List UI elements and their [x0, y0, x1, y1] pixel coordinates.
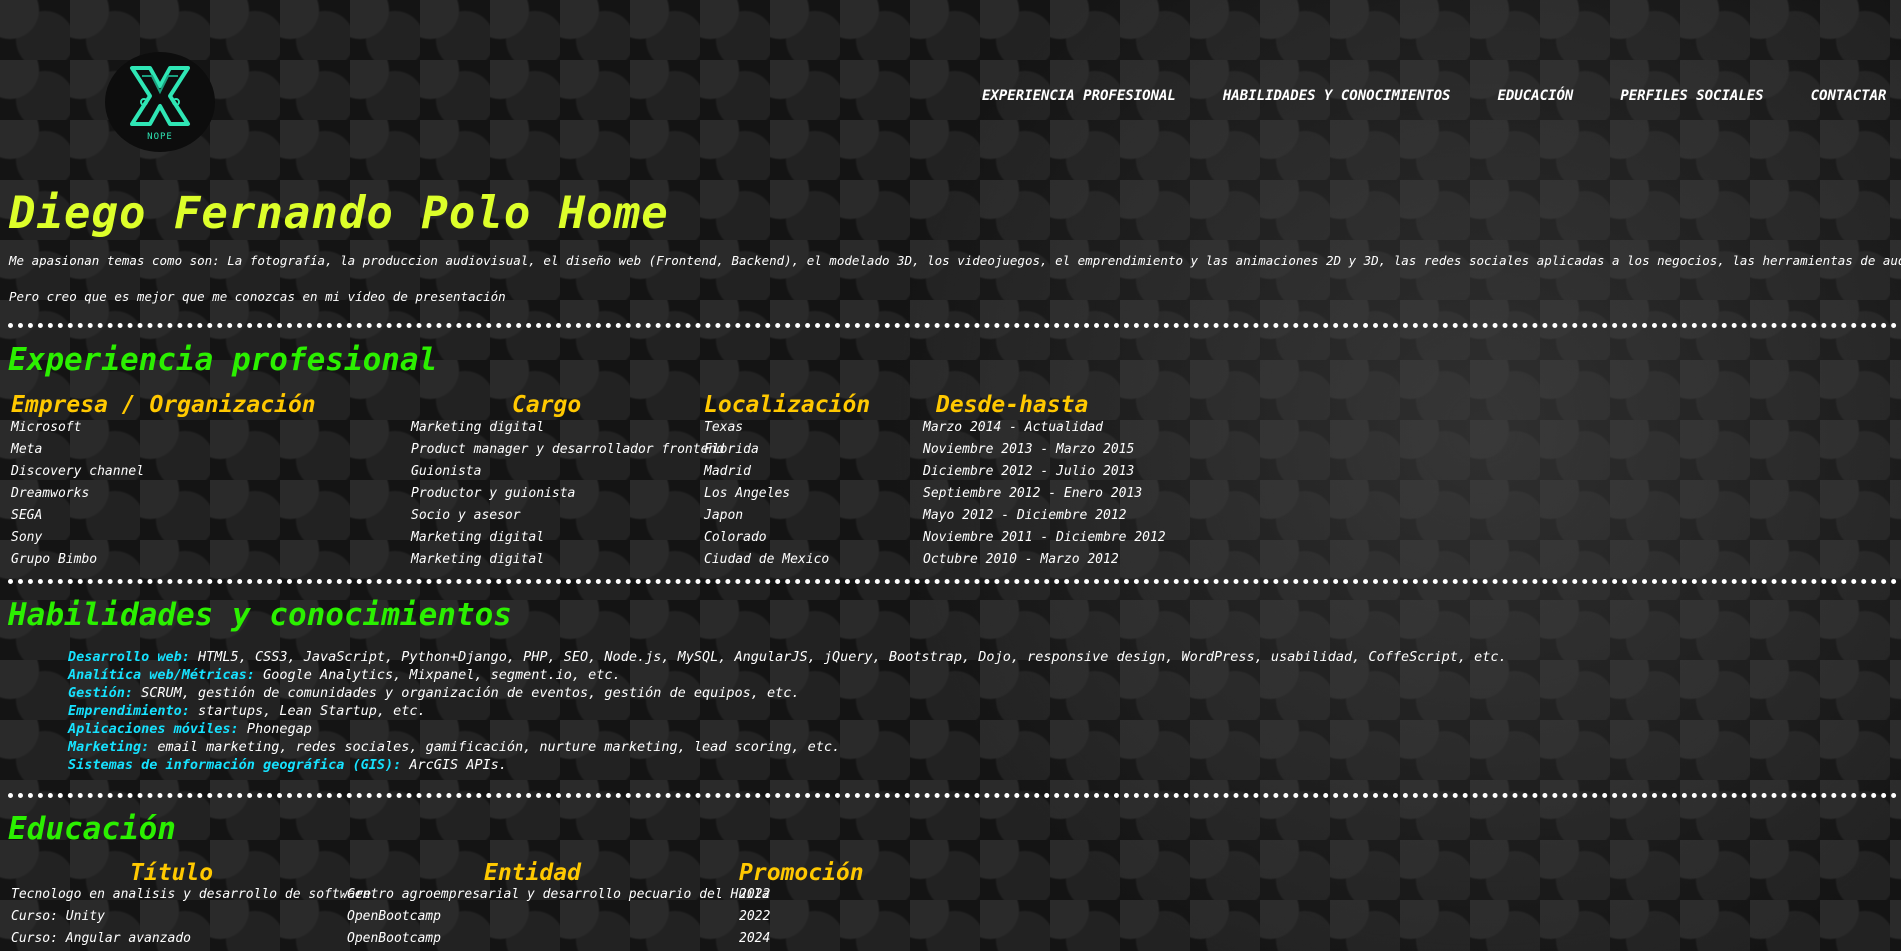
edu-entidad: OpenBootcamp	[347, 931, 441, 946]
skill-key: Emprendimiento:	[68, 703, 190, 719]
logo[interactable]: NOPE	[105, 52, 215, 152]
exp-localizacion: Los Angeles	[704, 486, 791, 501]
exp-empresa: SEGA	[11, 508, 43, 523]
skill-item: Analítica web/Métricas: Google Analytics…	[68, 667, 621, 683]
exp-fechas: Septiembre 2012 - Enero 2013	[923, 486, 1143, 501]
exp-empresa: Discovery channel	[11, 464, 145, 479]
divider	[8, 579, 1898, 584]
exp-empresa: Grupo Bimbo	[11, 552, 98, 567]
exp-cargo: Socio y asesor	[411, 508, 521, 523]
exp-empresa: Microsoft	[11, 420, 82, 435]
col-titulo: Título	[130, 860, 214, 886]
skill-key: Gestión:	[68, 685, 134, 701]
skill-value: HTML5, CSS3, JavaScript, Python+Django, …	[189, 649, 1507, 665]
nav-perfiles[interactable]: PERFILES SOCIALES	[1620, 88, 1763, 104]
exp-cargo: Guionista	[411, 464, 482, 479]
divider	[8, 793, 1898, 798]
nav-educacion[interactable]: EDUCACIÓN	[1497, 88, 1573, 104]
nav-habilidades[interactable]: HABILIDADES Y CONOCIMIENTOS	[1223, 88, 1451, 104]
col-cargo: Cargo	[512, 392, 582, 418]
exp-localizacion: Colorado	[704, 530, 767, 545]
skill-value: Google Analytics, Mixpanel, segment.io, …	[254, 667, 621, 683]
skill-item: Aplicaciones móviles: Phonegap	[68, 721, 312, 737]
education-heading: Educación	[8, 811, 176, 847]
edu-titulo: Curso: Angular avanzado	[11, 931, 192, 946]
skill-value: ArcGIS APIs.	[401, 757, 507, 773]
skill-item: Marketing: email marketing, redes social…	[68, 739, 840, 755]
edu-promocion: 2022	[739, 887, 771, 902]
exp-localizacion: Texas	[704, 420, 744, 435]
col-entidad: Entidad	[484, 860, 581, 886]
edu-promocion: 2024	[739, 931, 771, 946]
exp-empresa: Meta	[11, 442, 43, 457]
nav-contactar[interactable]: CONTACTAR	[1811, 88, 1887, 104]
skill-item: Sistemas de información geográfica (GIS)…	[68, 757, 507, 773]
exp-localizacion: Ciudad de Mexico	[704, 552, 830, 567]
exp-fechas: Diciembre 2012 - Julio 2013	[923, 464, 1135, 479]
exp-fechas: Marzo 2014 - Actualidad	[923, 420, 1104, 435]
exp-cargo: Marketing digital	[411, 530, 545, 545]
nav-experiencia[interactable]: EXPERIENCIA PROFESIONAL	[982, 88, 1176, 104]
exp-cargo: Productor y guionista	[411, 486, 576, 501]
video-text: Pero creo que es mejor que me conozcas e…	[9, 289, 506, 304]
col-empresa: Empresa / Organización	[11, 392, 316, 418]
x-logo-icon	[130, 66, 190, 126]
experience-heading: Experiencia profesional	[8, 342, 438, 378]
skill-value: startups, Lean Startup, etc.	[189, 703, 426, 719]
col-promocion: Promoción	[739, 860, 864, 886]
intro-text: Me apasionan temas como son: La fotograf…	[9, 253, 1901, 268]
skill-key: Aplicaciones móviles:	[68, 721, 239, 737]
col-desde-hasta: Desde-hasta	[936, 392, 1089, 418]
exp-cargo: Product manager y desarrollador frontend	[411, 442, 725, 457]
skill-value: Phonegap	[238, 721, 312, 737]
exp-fechas: Mayo 2012 - Diciembre 2012	[923, 508, 1127, 523]
page-title: Diego Fernando Polo Home	[9, 188, 669, 239]
skills-heading: Habilidades y conocimientos	[8, 597, 512, 633]
main-nav: EXPERIENCIA PROFESIONAL HABILIDADES Y CO…	[982, 88, 1886, 104]
exp-fechas: Noviembre 2013 - Marzo 2015	[923, 442, 1135, 457]
skill-item: Gestión: SCRUM, gestión de comunidades y…	[68, 685, 800, 701]
edu-promocion: 2022	[739, 909, 771, 924]
edu-titulo: Curso: Unity	[11, 909, 105, 924]
exp-localizacion: Madrid	[704, 464, 751, 479]
skill-value: email marketing, redes sociales, gamific…	[149, 739, 841, 755]
edu-titulo: Tecnologo en analisis y desarrollo de so…	[11, 887, 372, 902]
divider	[8, 323, 1898, 328]
edu-entidad: Centro agroempresarial y desarrollo pecu…	[347, 887, 770, 902]
skill-key: Desarrollo web:	[68, 649, 190, 665]
exp-fechas: Octubre 2010 - Marzo 2012	[923, 552, 1119, 567]
exp-cargo: Marketing digital	[411, 420, 545, 435]
exp-empresa: Dreamworks	[11, 486, 90, 501]
skill-key: Marketing:	[68, 739, 150, 755]
col-localizacion: Localización	[704, 392, 871, 418]
exp-cargo: Marketing digital	[411, 552, 545, 567]
skill-item: Desarrollo web: HTML5, CSS3, JavaScript,…	[68, 649, 1507, 665]
exp-localizacion: Japon	[704, 508, 744, 523]
skill-item: Emprendimiento: startups, Lean Startup, …	[68, 703, 426, 719]
skill-value: SCRUM, gestión de comunidades y organiza…	[133, 685, 800, 701]
edu-entidad: OpenBootcamp	[347, 909, 441, 924]
skill-key: Sistemas de información geográfica (GIS)…	[68, 757, 402, 773]
exp-localizacion: Florida	[704, 442, 759, 457]
logo-text: NOPE	[147, 132, 173, 142]
exp-empresa: Sony	[11, 530, 43, 545]
exp-fechas: Noviembre 2011 - Diciembre 2012	[923, 530, 1166, 545]
skill-key: Analítica web/Métricas:	[68, 667, 255, 683]
